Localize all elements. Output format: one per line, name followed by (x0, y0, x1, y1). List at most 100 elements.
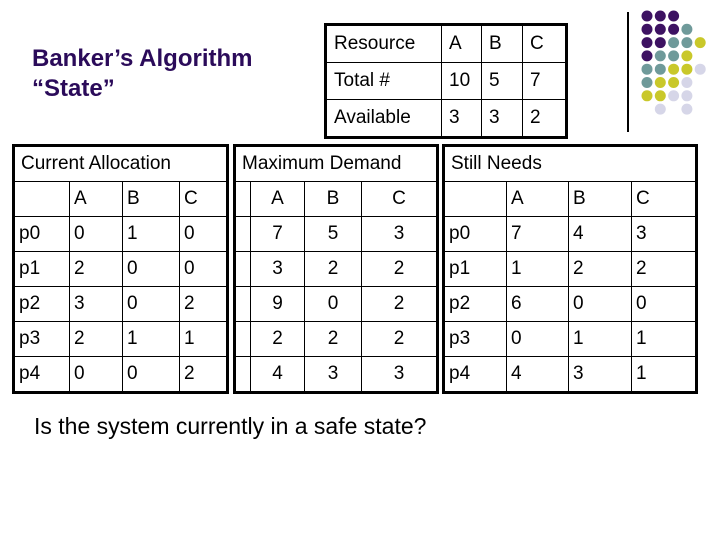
process-label (234, 216, 251, 252)
decorative-dot (668, 50, 680, 62)
value-cell: 4 (506, 356, 569, 393)
value-cell: 1 (631, 356, 697, 393)
question-text: Is the system currently in a safe state? (34, 413, 427, 439)
table-row: p3 0 1 1 (443, 321, 697, 357)
decorative-dot (668, 90, 680, 102)
value-cell: 0 (69, 216, 123, 252)
process-label: p4 (13, 356, 70, 393)
value-cell: 2 (304, 321, 362, 357)
decorative-dot (668, 63, 680, 75)
table-row: 222 (234, 321, 438, 357)
decorative-dot (681, 50, 693, 62)
value-cell: 0 (506, 321, 569, 357)
process-label: p0 (13, 216, 70, 252)
decorative-dot (681, 77, 693, 88)
value-cell: 5 (481, 62, 523, 100)
value-cell: 2 (568, 251, 632, 287)
table-row: p2 6 0 0 (443, 286, 697, 322)
header-cell: C (631, 181, 697, 217)
value-cell: 3 (631, 216, 697, 252)
decorative-dot (681, 103, 693, 115)
value-cell: 1 (179, 321, 228, 357)
header-cell: B (304, 181, 362, 217)
table-row: p2 3 0 2 (13, 286, 228, 322)
header-cell: A (69, 181, 123, 217)
value-cell: 3 (441, 99, 482, 138)
header-cell: B (122, 181, 180, 217)
process-label (234, 321, 251, 357)
table-title: Current Allocation (13, 145, 228, 182)
value-cell: 2 (179, 286, 228, 322)
value-cell: 4 (568, 216, 632, 252)
still-needs-table: Still Needs A B C p0 7 4 3 p1 1 2 2 p2 6 0 0 p3 0 1 1 p4… (442, 144, 698, 394)
decorative-dot (668, 37, 680, 49)
available-row: Available 3 3 2 (325, 99, 567, 138)
sn-body: p0 7 4 3 p1 1 2 2 p2 6 0 0 p3 0 1 1 p4 4 3 1 (443, 216, 697, 393)
value-cell: 2 (250, 321, 305, 357)
header-cell (13, 181, 70, 217)
current-allocation-table: Current Allocation A B C p0 0 1 0 p1 2 0 0 p2 3 0 2… (12, 144, 229, 394)
table-row: 902 (234, 286, 438, 322)
process-label: p1 (443, 251, 507, 287)
decorative-dot (668, 10, 680, 22)
header-cell: B (481, 24, 523, 63)
maximum-demand-table: Maximum Demand A B C 753322902222433 (233, 144, 439, 394)
decorative-dot (694, 63, 706, 75)
value-cell: 1 (506, 251, 569, 287)
column-header-row: A B C (13, 181, 228, 217)
header-cell: A (506, 181, 569, 217)
value-cell: 9 (250, 286, 305, 322)
header-cell: Resource (325, 24, 442, 63)
decorative-dot (654, 63, 666, 75)
decorative-dot (654, 37, 666, 49)
value-cell: 2 (179, 356, 228, 393)
total-row: Total # 10 5 7 (325, 62, 567, 100)
value-cell: 0 (122, 251, 180, 287)
decorative-dot (641, 50, 653, 62)
value-cell: 1 (122, 321, 180, 357)
decorative-dot (681, 90, 693, 102)
value-cell: 10 (441, 62, 482, 100)
value-cell: 2 (361, 321, 438, 357)
decorative-dot (641, 63, 653, 75)
table-row: 433 (234, 356, 438, 393)
header-cell: C (361, 181, 438, 217)
value-cell: 2 (69, 251, 123, 287)
value-cell: 0 (122, 286, 180, 322)
process-label: p0 (443, 216, 507, 252)
decorative-dot (641, 90, 653, 102)
decorative-dot (668, 23, 680, 35)
table-row: p4 0 0 2 (13, 356, 228, 393)
table-row: p3 2 1 1 (13, 321, 228, 357)
decorative-dot (641, 37, 653, 49)
row-label: Available (325, 99, 442, 138)
value-cell: 1 (568, 321, 632, 357)
table-row: 753 (234, 216, 438, 252)
table-row: p0 0 1 0 (13, 216, 228, 252)
process-label (234, 286, 251, 322)
value-cell: 3 (568, 356, 632, 393)
value-cell: 4 (250, 356, 305, 393)
process-label (234, 251, 251, 287)
decorative-dot (681, 63, 693, 75)
header-cell: B (568, 181, 632, 217)
table-title: Still Needs (443, 145, 697, 182)
decorative-dot (681, 37, 693, 49)
process-label: p3 (443, 321, 507, 357)
header-cell: C (179, 181, 228, 217)
value-cell: 3 (69, 286, 123, 322)
value-cell: 7 (506, 216, 569, 252)
value-cell: 3 (250, 251, 305, 287)
header-cell (443, 181, 507, 217)
value-cell: 1 (122, 216, 180, 252)
process-label: p2 (443, 286, 507, 322)
header-cell (234, 181, 251, 217)
decorative-dot (654, 103, 666, 115)
value-cell: 0 (69, 356, 123, 393)
header-cell: C (522, 24, 567, 63)
value-cell: 2 (361, 286, 438, 322)
table-row: 322 (234, 251, 438, 287)
decorative-dot (668, 77, 680, 88)
value-cell: 3 (304, 356, 362, 393)
value-cell: 3 (361, 216, 438, 252)
